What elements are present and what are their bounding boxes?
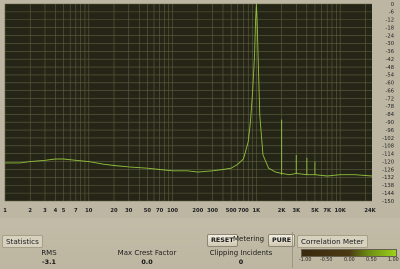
rms-label: RMS (41, 249, 57, 257)
correlation-tick: -1.00 (299, 258, 312, 263)
x-tick-label: 100 (167, 208, 178, 214)
y-tick-label: -108 (382, 144, 394, 150)
x-axis: 1 2 3 4 5 7 10 20 30 50 70 100 200 300 500 700 1K 2K 3K 5K 7… (3, 208, 376, 214)
y-tick-label: -138 (382, 183, 394, 189)
correlation-tick: 0.00 (344, 258, 355, 263)
x-tick-label: 200 (192, 208, 203, 214)
y-tick-label: -66 (386, 88, 394, 94)
y-tick-label: -42 (386, 57, 394, 63)
y-tick-label: -150 (382, 199, 394, 205)
y-tick-label: -60 (386, 81, 394, 87)
x-tick-label: 300 (207, 208, 218, 214)
y-tick-label: -90 (386, 120, 394, 126)
correlation-tick: 1.00 (388, 258, 399, 263)
x-tick-label: 10K (335, 208, 347, 214)
x-tick-label: 30 (125, 208, 133, 214)
y-tick-label: -120 (382, 159, 394, 165)
statistics-title[interactable]: Statistics (2, 235, 43, 248)
x-tick-label: 5K (311, 208, 320, 214)
spectrum-frame: 0 -6 -12 -18 -24 -30 -36 -42 -48 -54 -60 -66 -72 -78 -… (0, 0, 400, 218)
y-tick-label: -114 (382, 152, 394, 158)
x-tick-label: 3K (293, 208, 302, 214)
x-tick-label: 1 (3, 208, 7, 214)
y-tick-label: -72 (386, 96, 394, 102)
x-tick-label: 1K (253, 208, 262, 214)
correlation-meter-title[interactable]: Correlation Meter (297, 235, 368, 248)
y-tick-label: -144 (382, 191, 394, 197)
x-tick-label: 3 (43, 208, 47, 214)
y-tick-label: -126 (382, 167, 394, 173)
clipping-incidents-label: Clipping Incidents (209, 249, 273, 257)
panel-divider (292, 232, 293, 268)
clipping-incidents-value: 0 (238, 258, 244, 266)
y-tick-label: -12 (386, 18, 394, 24)
y-tick-label: -84 (386, 112, 395, 118)
crest-factor-value: 0.0 (141, 258, 153, 266)
x-tick-label: 70 (156, 208, 164, 214)
metering-label: Metering (233, 235, 265, 243)
y-tick-label: -24 (386, 33, 395, 39)
x-tick-label: 5 (62, 208, 66, 214)
y-tick-label: -78 (386, 104, 394, 110)
x-tick-label: 50 (144, 208, 152, 214)
x-tick-label: 10 (85, 208, 93, 214)
x-tick-label: 7K (323, 208, 332, 214)
x-tick-label: 700 (238, 208, 249, 214)
x-tick-label: 500 (226, 208, 237, 214)
x-tick-label: 2 (28, 208, 32, 214)
y-tick-label: -18 (386, 25, 394, 31)
bottom-panel: Statistics RMS -3.1 Max Crest Factor 0.0… (0, 230, 400, 269)
correlation-tick: -0.50 (320, 258, 333, 263)
y-tick-label: -132 (382, 175, 394, 181)
correlation-meter-bar (301, 249, 397, 257)
plot-background (5, 4, 372, 201)
rms-value: -3.1 (42, 258, 56, 266)
y-tick-label: -48 (386, 65, 394, 71)
y-tick-label: -30 (386, 41, 394, 47)
spectrum-chart[interactable]: 0 -6 -12-18 -24 -30 -36 -42 -48 -54 -60-66 -72 -78 -… (0, 0, 400, 218)
y-tick-label: 0 (391, 2, 394, 8)
y-tick-label: -6 (389, 10, 394, 16)
x-tick-label: 20 (110, 208, 118, 214)
x-tick-label: 24K (364, 208, 376, 214)
y-tick-label: -102 (382, 136, 394, 142)
y-tick-label: -54 (386, 73, 395, 79)
spectrum-analyzer-plugin: 0 -6 -12 -18 -24 -30 -36 -42 -48 -54 -60 -66 -72 -78 -… (0, 0, 400, 269)
y-tick-label: -36 (386, 49, 394, 55)
crest-factor-label: Max Crest Factor (117, 249, 177, 257)
correlation-tick: 0.50 (366, 258, 377, 263)
x-tick-label: 4 (54, 208, 58, 214)
x-tick-label: 2K (278, 208, 287, 214)
x-tick-label: 7 (74, 208, 78, 214)
y-tick-label: -96 (386, 128, 394, 134)
y-axis: 0 -6 -12-18 -24 -30 -36 -42 -48 -54 -60-66 -72 -78 -… (382, 2, 394, 205)
